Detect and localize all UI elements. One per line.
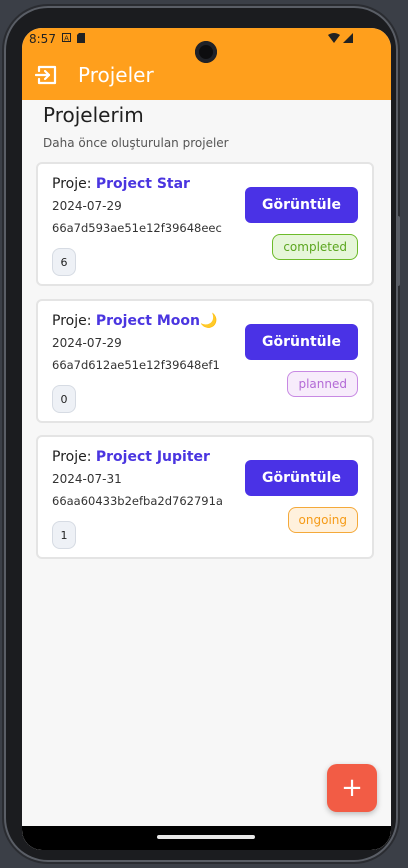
project-name: Project Jupiter: [95, 449, 210, 465]
front-camera: [195, 41, 217, 63]
view-project-button[interactable]: Görüntüle: [245, 460, 358, 496]
app-title: Projeler: [78, 63, 154, 87]
task-count-badge: 1: [52, 521, 76, 549]
add-project-button[interactable]: +: [327, 764, 377, 812]
project-label: Proje:: [52, 176, 96, 192]
wifi-icon: [328, 32, 340, 46]
logout-icon[interactable]: [34, 62, 60, 88]
volume-button: [396, 216, 400, 286]
main-content: Projelerim Daha önce oluşturulan projele…: [22, 100, 391, 850]
project-label: Proje:: [52, 449, 96, 465]
project-card: Proje: Project Star 2024-07-29 66a7d593a…: [36, 162, 374, 286]
project-name-line: Proje: Project Star: [52, 176, 190, 192]
status-right: [328, 32, 353, 46]
status-badge: completed: [272, 234, 358, 260]
status-badge: ongoing: [287, 507, 358, 533]
status-badge: planned: [287, 371, 358, 397]
project-card: Proje: Project Moon🌙 2024-07-29 66a7d612…: [36, 299, 374, 423]
project-date: 2024-07-29: [52, 336, 122, 350]
page-subtitle: Daha önce oluşturulan projeler: [43, 136, 229, 150]
task-count-badge: 0: [52, 385, 76, 413]
page-title: Projelerim: [43, 103, 144, 127]
project-date: 2024-07-29: [52, 199, 122, 213]
task-count-badge: 6: [52, 248, 76, 276]
view-project-button[interactable]: Görüntüle: [245, 324, 358, 360]
project-name: Project Moon🌙: [95, 313, 218, 329]
project-date: 2024-07-31: [52, 472, 122, 486]
device-frame: 8:57 A Projeler Projelerim Daha önce olu…: [4, 6, 400, 862]
system-nav-bar: [22, 826, 391, 850]
status-time: 8:57: [29, 32, 56, 46]
project-name-line: Proje: Project Moon🌙: [52, 313, 217, 329]
home-gesture-handle[interactable]: [157, 835, 255, 839]
project-id: 66a7d612ae51e12f39648ef1: [52, 358, 220, 372]
sd-card-icon: [76, 32, 85, 46]
plus-icon: +: [341, 773, 363, 803]
svg-text:A: A: [64, 35, 69, 43]
project-id: 66aa60433b2efba2d762791a: [52, 494, 223, 508]
project-id: 66a7d593ae51e12f39648eec: [52, 221, 222, 235]
project-name: Project Star: [95, 176, 190, 192]
signal-icon: [343, 32, 353, 46]
project-label: Proje:: [52, 313, 96, 329]
view-project-button[interactable]: Görüntüle: [245, 187, 358, 223]
device-screen: 8:57 A Projeler Projelerim Daha önce olu…: [22, 28, 391, 850]
notification-icon: A: [61, 33, 71, 45]
project-card: Proje: Project Jupiter 2024-07-31 66aa60…: [36, 435, 374, 559]
project-name-line: Proje: Project Jupiter: [52, 449, 210, 465]
